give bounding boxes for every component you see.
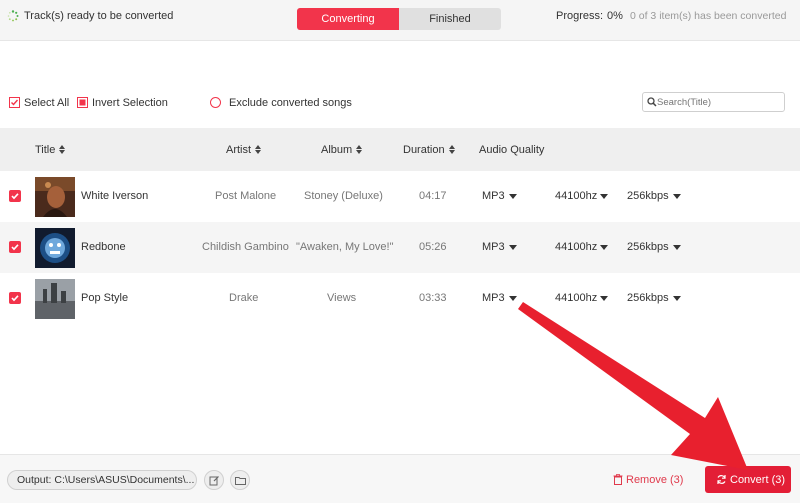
chevron-down-icon[interactable] xyxy=(509,296,517,301)
track-artist: Post Malone xyxy=(215,190,277,202)
column-audio-quality: Audio Quality xyxy=(479,144,545,156)
tab-finished[interactable]: Finished xyxy=(399,8,501,30)
track-album: Stoney (Deluxe) xyxy=(304,190,383,202)
track-album: "Awaken, My Love!" xyxy=(296,241,394,253)
column-artist[interactable]: Artist xyxy=(226,144,262,156)
track-artist: Childish Gambino xyxy=(202,241,289,253)
table-header: Title Artist Album Duration Audio Qualit… xyxy=(0,128,800,171)
column-artist-label: Artist xyxy=(226,144,252,156)
chevron-down-icon[interactable] xyxy=(509,245,517,250)
track-album: Views xyxy=(327,292,357,304)
invert-selection-icon[interactable] xyxy=(77,97,88,108)
sample-rate-select[interactable]: 44100hz xyxy=(555,241,597,253)
chevron-down-icon[interactable] xyxy=(673,245,681,250)
status-message: Track(s) ready to be converted xyxy=(24,10,174,22)
search-input[interactable] xyxy=(657,95,781,109)
remove-label: Remove (3) xyxy=(626,474,684,486)
album-art xyxy=(35,177,75,217)
table-row[interactable]: Pop Style Drake Views 03:33 MP3 44100hz … xyxy=(0,273,800,324)
track-title: Redbone xyxy=(81,241,126,253)
open-folder-button[interactable] xyxy=(230,470,250,490)
sample-rate-select[interactable]: 44100hz xyxy=(555,190,597,202)
edit-output-button[interactable] xyxy=(204,470,224,490)
column-title-label: Title xyxy=(35,144,56,156)
sort-icon xyxy=(356,145,363,154)
row-checkbox[interactable] xyxy=(9,241,21,253)
sort-icon xyxy=(448,145,455,154)
sample-rate-select[interactable]: 44100hz xyxy=(555,292,597,304)
edit-icon xyxy=(209,476,219,486)
chevron-down-icon[interactable] xyxy=(673,296,681,301)
album-art xyxy=(35,279,75,319)
track-duration: 04:17 xyxy=(419,190,447,202)
table-row[interactable]: White Iverson Post Malone Stoney (Deluxe… xyxy=(0,171,800,222)
bitrate-select[interactable]: 256kbps xyxy=(627,241,669,253)
bitrate-select[interactable]: 256kbps xyxy=(627,292,669,304)
chevron-down-icon[interactable] xyxy=(600,296,608,301)
check-icon xyxy=(11,295,19,302)
format-select[interactable]: MP3 xyxy=(482,292,505,304)
chevron-down-icon[interactable] xyxy=(600,245,608,250)
progress-value: 0% xyxy=(607,10,623,22)
column-duration-label: Duration xyxy=(403,144,445,156)
tab-converting[interactable]: Converting xyxy=(297,8,399,30)
select-all-checkbox-icon[interactable] xyxy=(9,97,20,108)
chevron-down-icon[interactable] xyxy=(673,194,681,199)
exclude-converted-radio[interactable] xyxy=(210,97,221,108)
search-box xyxy=(642,92,785,112)
folder-icon xyxy=(235,477,246,485)
progress-count: 0 of 3 item(s) has been converted xyxy=(630,10,787,22)
check-icon xyxy=(11,244,19,251)
column-album-label: Album xyxy=(321,144,353,156)
exclude-converted-label[interactable]: Exclude converted songs xyxy=(229,97,352,109)
tab-group: Converting Finished xyxy=(297,8,501,30)
convert-button[interactable]: Convert (3) xyxy=(705,466,791,493)
row-checkbox[interactable] xyxy=(9,292,21,304)
chevron-down-icon[interactable] xyxy=(600,194,608,199)
check-icon xyxy=(11,193,19,200)
track-duration: 03:33 xyxy=(419,292,447,304)
sort-icon xyxy=(59,145,66,154)
track-title: White Iverson xyxy=(81,190,149,202)
album-art xyxy=(35,228,75,268)
search-icon xyxy=(647,97,657,107)
status-bar xyxy=(0,46,800,78)
format-select[interactable]: MP3 xyxy=(482,190,505,202)
convert-label: Convert (3) xyxy=(730,474,786,486)
select-all-button[interactable]: Select All xyxy=(24,97,69,109)
column-duration[interactable]: Duration xyxy=(403,144,455,156)
trash-icon xyxy=(613,474,623,485)
table-row[interactable]: Redbone Childish Gambino "Awaken, My Lov… xyxy=(0,222,800,273)
chevron-down-icon[interactable] xyxy=(509,194,517,199)
track-artist: Drake xyxy=(229,292,259,304)
progress-label: Progress: xyxy=(556,10,604,22)
column-album[interactable]: Album xyxy=(321,144,363,156)
refresh-icon xyxy=(717,475,726,484)
bitrate-select[interactable]: 256kbps xyxy=(627,190,669,202)
output-path-field[interactable]: Output: C:\Users\ASUS\Documents\... xyxy=(7,470,197,490)
track-title: Pop Style xyxy=(81,292,129,304)
invert-selection-button[interactable]: Invert Selection xyxy=(92,97,168,109)
loading-spinner-icon xyxy=(7,10,19,22)
format-select[interactable]: MP3 xyxy=(482,241,505,253)
row-checkbox[interactable] xyxy=(9,190,21,202)
column-title[interactable]: Title xyxy=(35,144,66,156)
track-duration: 05:26 xyxy=(419,241,447,253)
sort-icon xyxy=(255,145,262,154)
